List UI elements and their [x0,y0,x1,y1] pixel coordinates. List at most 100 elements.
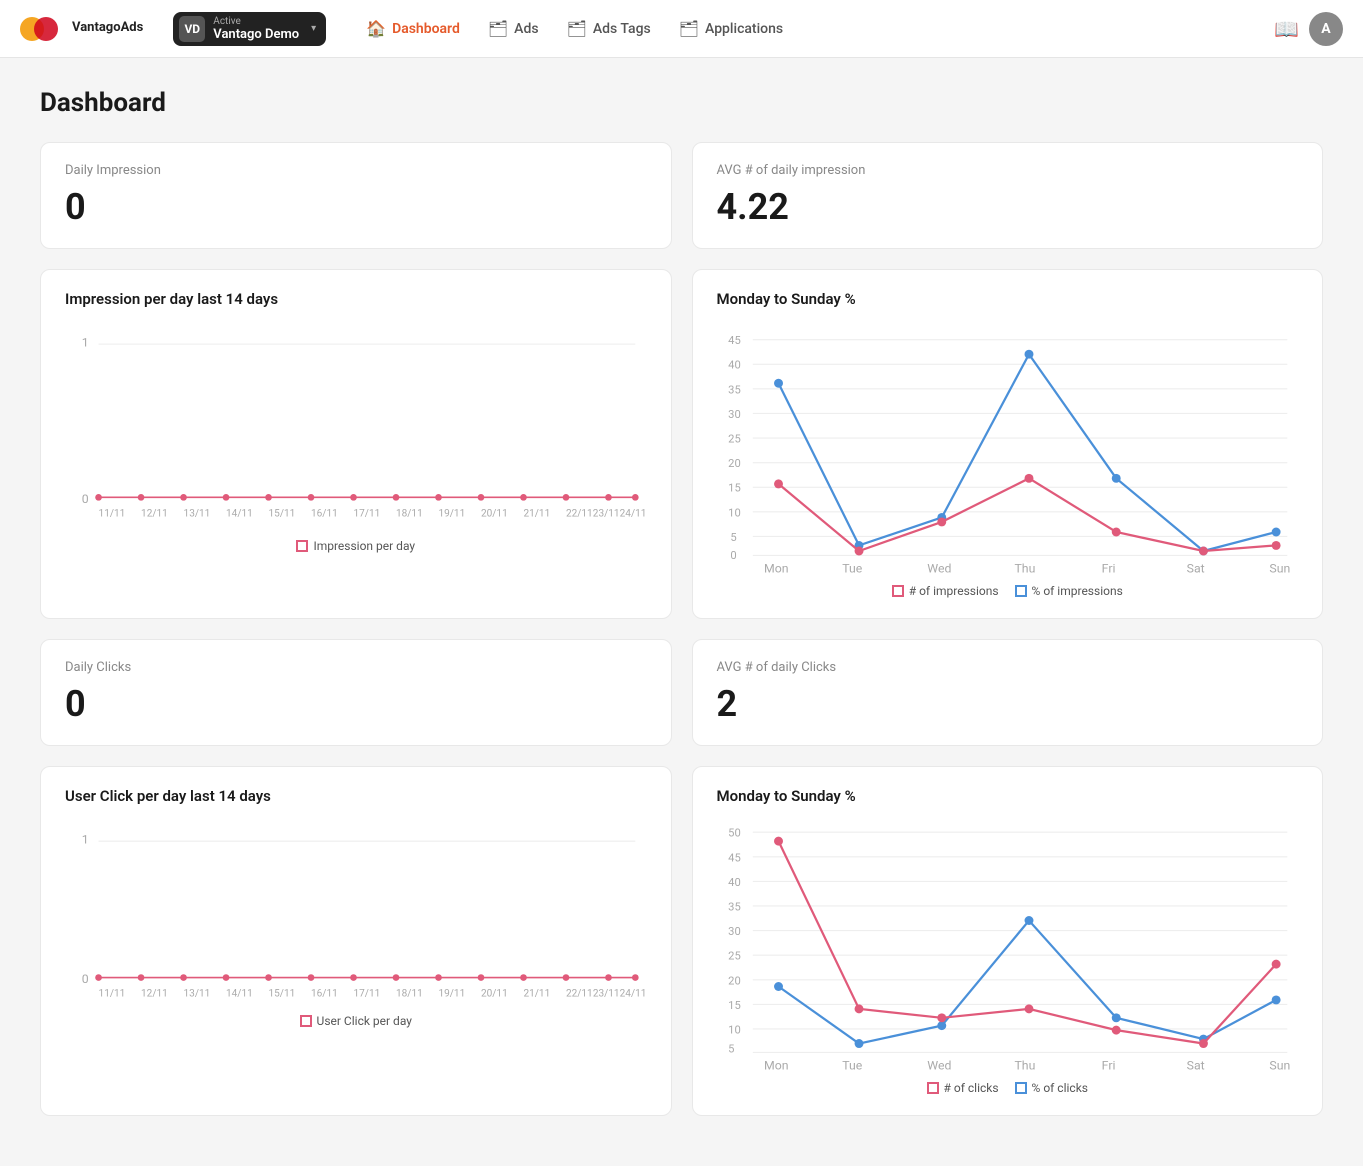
svg-text:35: 35 [728,900,741,913]
account-badge[interactable]: VD Active Vantago Demo ▾ [173,12,326,46]
nav-link-dashboard[interactable]: 🏠 Dashboard [354,13,472,44]
svg-text:20/11: 20/11 [481,989,508,1000]
svg-text:Sat: Sat [1186,1059,1204,1073]
monday-sunday-impressions-chart: Monday to Sunday % 45 40 35 30 25 20 15 … [692,269,1324,619]
svg-text:19/11: 19/11 [439,989,466,1000]
legend-box-pink [296,540,308,552]
account-initials: VD [179,16,205,42]
svg-text:5: 5 [728,1042,734,1055]
user-avatar[interactable]: A [1309,12,1343,46]
svg-text:0: 0 [730,549,736,562]
daily-clicks-card: Daily Clicks 0 [40,639,672,746]
legend-label-impression-per-day: Impression per day [313,539,415,553]
legend-label-pct-clicks: % of clicks [1032,1081,1088,1095]
svg-text:50: 50 [728,827,741,840]
legend-impression-per-day: Impression per day [296,539,415,553]
monday-sunday-clicks-legend: # of clicks % of clicks [717,1081,1299,1095]
home-icon: 🏠 [366,19,386,38]
monday-sunday-clicks-title: Monday to Sunday % [717,787,1299,805]
svg-text:16/11: 16/11 [311,989,338,1000]
legend-label-user-click: User Click per day [317,1014,412,1028]
brand-name: VantagoAds [72,21,143,35]
svg-text:10: 10 [728,506,741,519]
daily-clicks-value: 0 [65,683,647,725]
legend-pct-clicks: % of clicks [1015,1081,1088,1095]
svg-text:Mon: Mon [763,1059,788,1073]
legend-user-click-per-day: User Click per day [300,1014,412,1028]
stat-cards-row-1: Daily Impression 0 AVG # of daily impres… [40,142,1323,249]
logo-circle-red [34,17,58,41]
legend-box-pct-impressions [1015,585,1027,597]
account-info: Active Vantago Demo [213,16,299,42]
avg-daily-impression-value: 4.22 [717,186,1299,228]
nav-right: 📖 A [1274,12,1343,46]
legend-pct-impressions: % of impressions [1015,584,1123,598]
account-status: Active [213,16,299,27]
impressions-per-day-title: Impression per day last 14 days [65,290,647,308]
svg-text:23/11: 23/11 [593,989,620,1000]
avg-daily-clicks-card: AVG # of daily Clicks 2 [692,639,1324,746]
svg-text:12/11: 12/11 [141,508,168,519]
svg-text:1: 1 [82,833,89,847]
charts-row-1: Impression per day last 14 days 1 0 11/1… [40,269,1323,619]
svg-text:Sun: Sun [1269,562,1290,576]
svg-text:13/11: 13/11 [184,508,211,519]
svg-text:18/11: 18/11 [396,989,423,1000]
user-click-per-day-chart: User Click per day last 14 days 1 0 11/1… [40,766,672,1116]
monday-sunday-impressions-container: 45 40 35 30 25 20 15 10 5 0 [717,324,1299,598]
svg-text:20/11: 20/11 [481,508,508,519]
svg-text:5: 5 [730,531,736,544]
svg-text:Sun: Sun [1269,1059,1290,1073]
chevron-down-icon: ▾ [311,23,316,34]
svg-text:45: 45 [728,851,741,864]
svg-text:17/11: 17/11 [354,508,381,519]
legend-box-user-click [300,1015,312,1027]
impressions-per-day-legend: Impression per day [65,539,647,553]
svg-text:11/11: 11/11 [99,989,126,1000]
svg-text:Sat: Sat [1186,562,1204,576]
svg-text:12/11: 12/11 [141,989,168,1000]
svg-text:Wed: Wed [927,562,951,576]
nav-link-ads-tags[interactable]: 🗂 Ads Tags [555,13,663,44]
svg-text:Tue: Tue [842,1059,863,1073]
svg-text:0: 0 [82,493,89,507]
svg-text:11/11: 11/11 [99,508,126,519]
svg-text:21/11: 21/11 [523,989,550,1000]
svg-text:Thu: Thu [1014,1059,1035,1073]
nav-link-ads[interactable]: 🗂 Ads [476,13,551,44]
svg-text:13/11: 13/11 [184,989,211,1000]
legend-label-num-impressions: # of impressions [909,584,999,598]
svg-text:24/11: 24/11 [620,508,647,519]
svg-text:14/11: 14/11 [226,989,253,1000]
avg-daily-clicks-value: 2 [717,683,1299,725]
account-name: Vantago Demo [213,27,299,42]
nav-links: 🏠 Dashboard 🗂 Ads 🗂 Ads Tags 🗂 Applicati… [354,13,1254,44]
nav-link-applications[interactable]: 🗂 Applications [667,13,795,44]
user-click-per-day-svg: 1 0 11/11 12/11 13/11 14/11 15/11 16/11 … [65,821,647,1000]
nav-label-ads: Ads [514,21,538,37]
svg-text:19/11: 19/11 [438,508,465,519]
stat-cards-row-2: Daily Clicks 0 AVG # of daily Clicks 2 [40,639,1323,746]
svg-text:Wed: Wed [927,1059,951,1073]
logo-icon [20,13,64,45]
daily-impression-label: Daily Impression [65,163,647,178]
legend-box-pct-clicks [1015,1082,1027,1094]
monday-sunday-clicks-container: 50 45 40 35 30 25 20 15 10 5 [717,821,1299,1095]
legend-label-num-clicks: # of clicks [944,1081,999,1095]
logo: VantagoAds [20,13,143,45]
legend-num-clicks: # of clicks [927,1081,999,1095]
daily-clicks-label: Daily Clicks [65,660,647,675]
svg-text:Mon: Mon [763,562,788,576]
daily-impression-card: Daily Impression 0 [40,142,672,249]
charts-row-2: User Click per day last 14 days 1 0 11/1… [40,766,1323,1116]
legend-box-num-clicks [927,1082,939,1094]
svg-text:20: 20 [728,457,741,470]
monday-sunday-svg: 45 40 35 30 25 20 15 10 5 0 [717,324,1299,570]
book-icon[interactable]: 📖 [1274,17,1299,41]
svg-text:22/11: 22/11 [566,989,593,1000]
user-click-per-day-legend: User Click per day [65,1014,647,1028]
user-click-per-day-container: 1 0 11/11 12/11 13/11 14/11 15/11 16/11 … [65,821,647,1028]
monday-sunday-impressions-legend: # of impressions % of impressions [717,584,1299,598]
legend-box-num-impressions [892,585,904,597]
daily-impression-value: 0 [65,186,647,228]
